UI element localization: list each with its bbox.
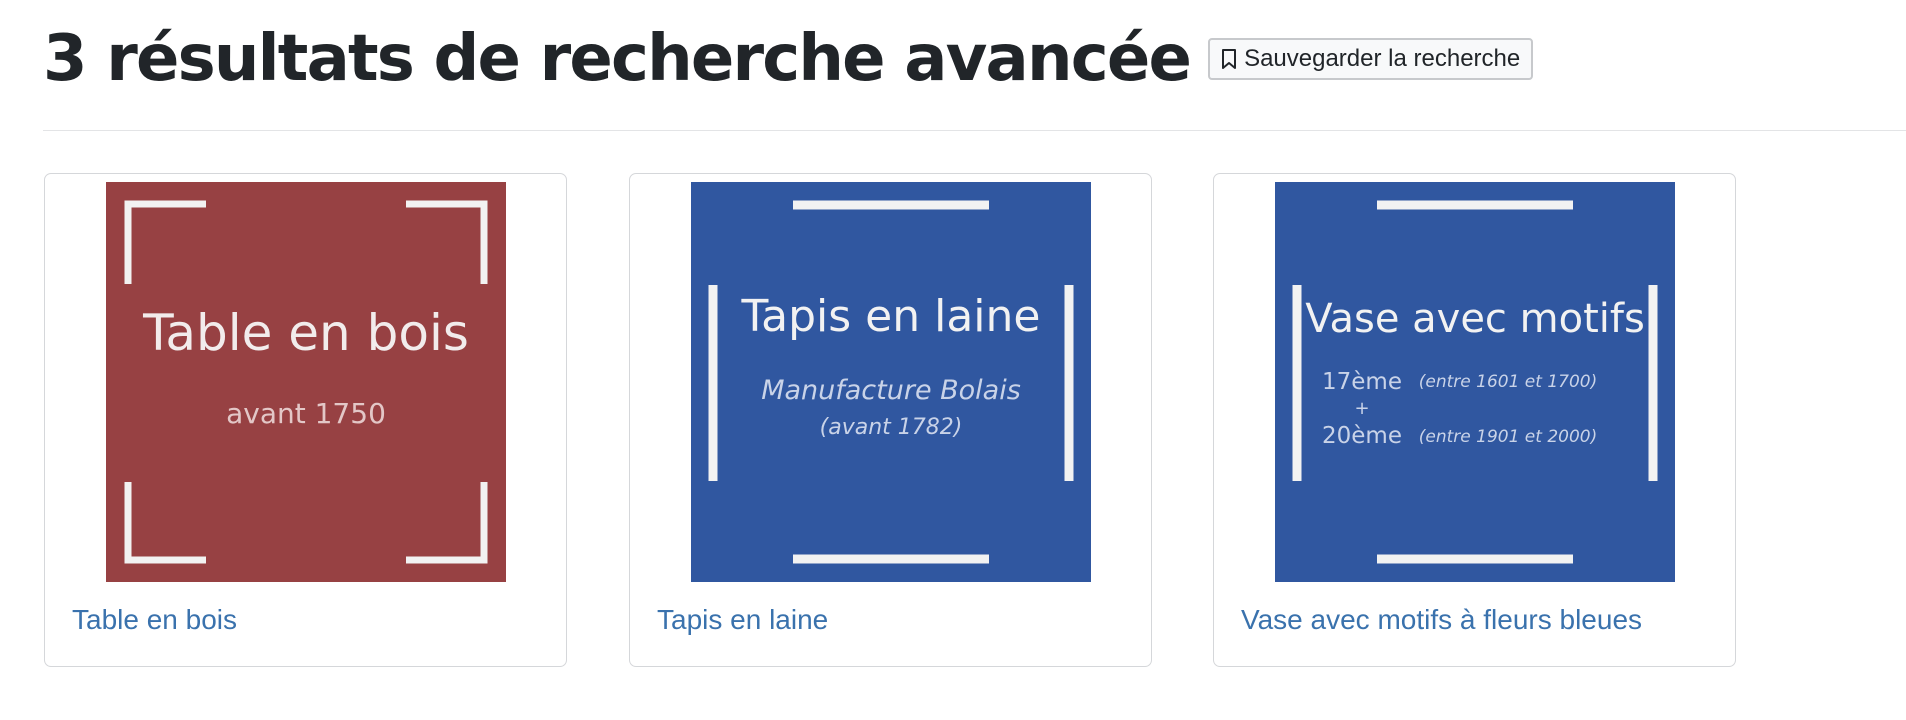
result-card: Vase avec motifs 17ème (entre 1601 et 17… (1213, 173, 1736, 667)
thumbnail-period-1-range: (entre 1601 et 1700) (1419, 372, 1597, 392)
thumbnail-period-1: 17ème (1322, 369, 1402, 395)
result-title-link[interactable]: Table en bois (72, 604, 237, 636)
result-title-link[interactable]: Tapis en laine (657, 604, 828, 636)
result-card: Table en bois avant 1750 Table en bois (44, 173, 567, 667)
save-search-button[interactable]: Sauvegarder la recherche (1208, 38, 1534, 80)
header-divider (43, 130, 1906, 131)
page-title: 3 résultats de recherche avancée (43, 22, 1192, 96)
thumbnail-heading: Table en bois (142, 304, 469, 362)
thumbnail-background (106, 182, 506, 582)
thumbnail-subtitle: Manufacture Bolais (761, 375, 1021, 406)
results-header: 3 résultats de recherche avancée Sauvega… (43, 14, 1534, 104)
search-results-page: 3 résultats de recherche avancée Sauvega… (0, 0, 1906, 720)
save-search-label: Sauvegarder la recherche (1244, 45, 1521, 72)
thumbnail-note: (avant 1782) (820, 415, 963, 440)
result-title-link[interactable]: Vase avec motifs à fleurs bleues (1241, 604, 1642, 636)
thumbnail-period-2-range: (entre 1901 et 2000) (1419, 427, 1597, 447)
thumbnail-heading: Vase avec motifs (1305, 296, 1645, 342)
result-thumbnail-vase-avec-motifs[interactable]: Vase avec motifs 17ème (entre 1601 et 17… (1275, 182, 1675, 582)
result-thumbnail-table-en-bois[interactable]: Table en bois avant 1750 (106, 182, 506, 582)
result-thumbnail-tapis-en-laine[interactable]: Tapis en laine Manufacture Bolais (avant… (691, 182, 1091, 582)
thumbnail-heading: Tapis en laine (741, 291, 1041, 342)
thumbnail-subtitle: avant 1750 (226, 397, 386, 430)
result-card: Tapis en laine Manufacture Bolais (avant… (629, 173, 1152, 667)
thumbnail-plus: + (1354, 398, 1369, 419)
bookmark-icon (1220, 48, 1238, 70)
thumbnail-period-2: 20ème (1322, 423, 1402, 449)
